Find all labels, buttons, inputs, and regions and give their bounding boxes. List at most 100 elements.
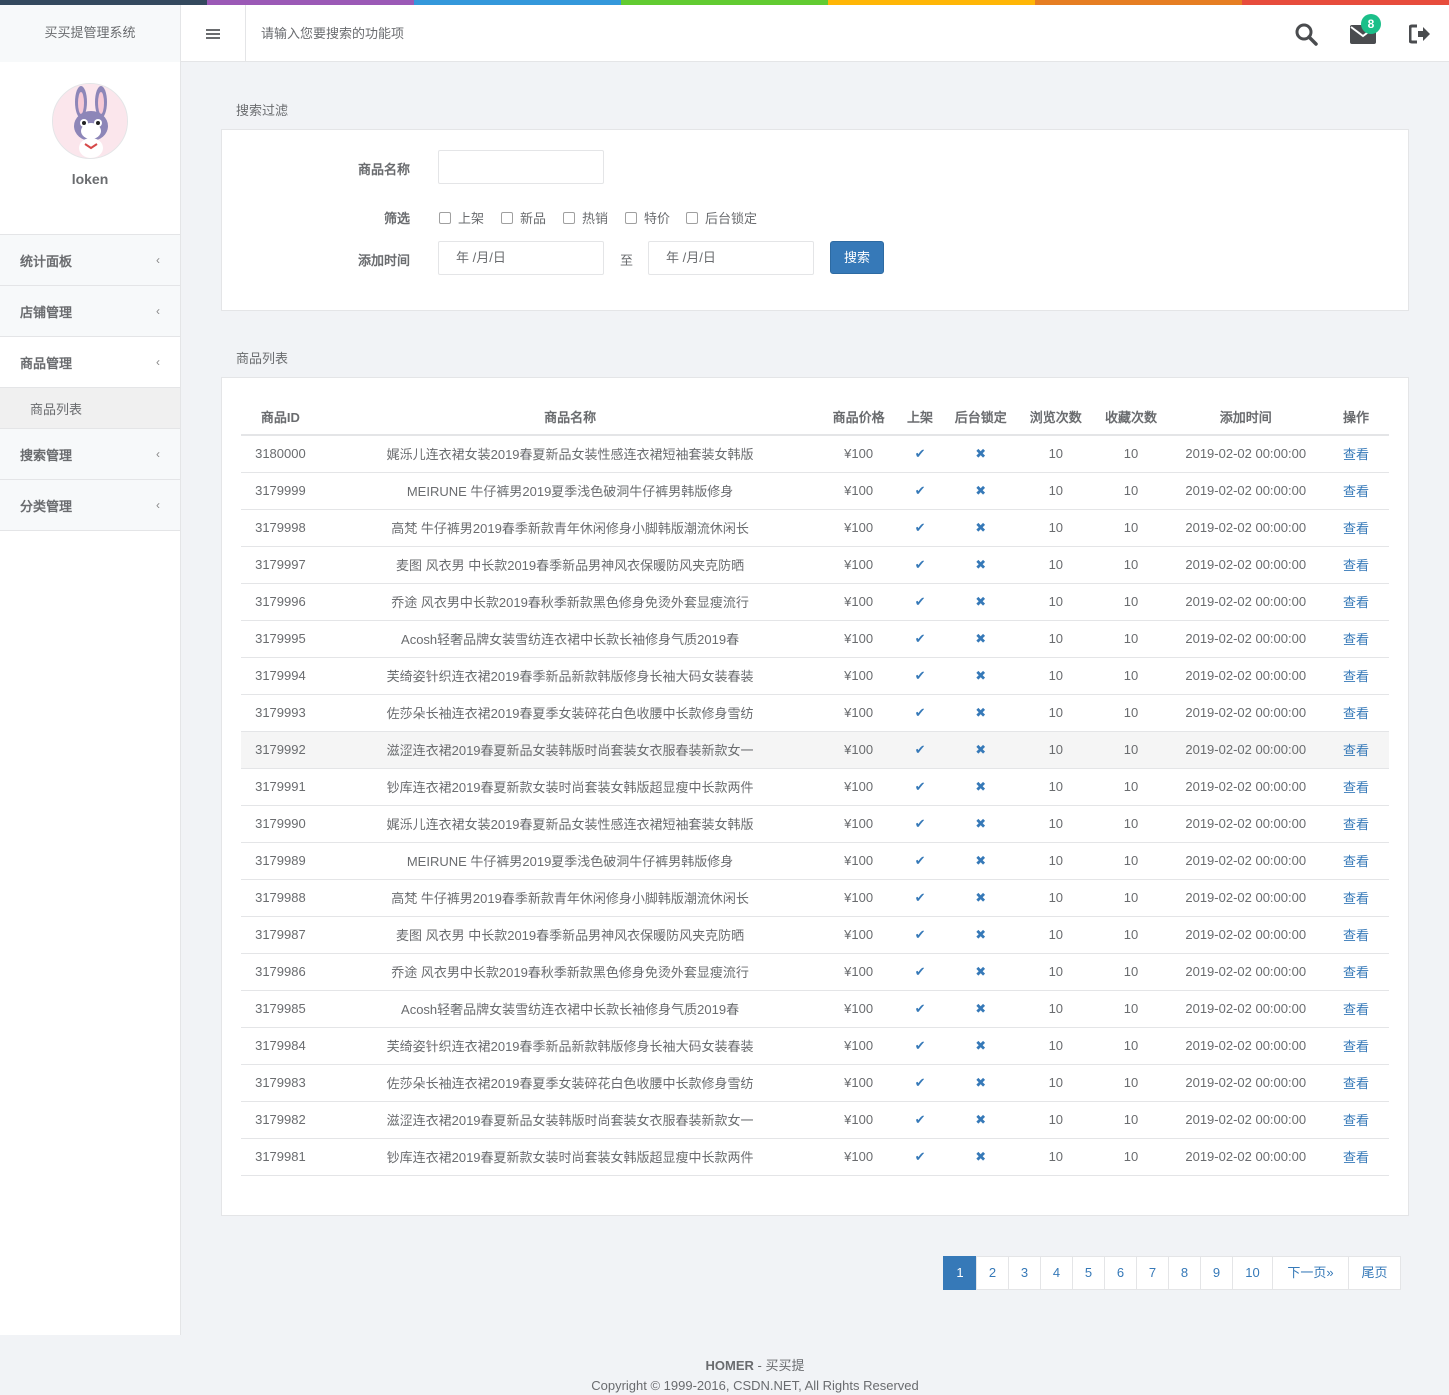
- product-name-input[interactable]: [438, 150, 604, 184]
- date-to-input[interactable]: 年 /月/日: [648, 241, 814, 275]
- view-link[interactable]: 查看: [1343, 447, 1369, 462]
- menu-toggle-button[interactable]: [181, 5, 246, 62]
- checkbox-box[interactable]: [686, 211, 698, 224]
- view-link[interactable]: 查看: [1343, 891, 1369, 906]
- checkbox-box[interactable]: [625, 211, 637, 224]
- product-price-cell: ¥100: [820, 1138, 897, 1176]
- product-price-cell: ¥100: [820, 805, 897, 843]
- app-title[interactable]: 买买提管理系统: [0, 5, 181, 62]
- page-button[interactable]: 4: [1040, 1256, 1073, 1290]
- view-link[interactable]: 查看: [1343, 558, 1369, 573]
- view-link[interactable]: 查看: [1343, 1150, 1369, 1165]
- logout-button[interactable]: [1391, 5, 1448, 62]
- view-count-cell: 10: [1018, 953, 1094, 991]
- view-link[interactable]: 查看: [1343, 928, 1369, 943]
- view-link[interactable]: 查看: [1343, 1076, 1369, 1091]
- sidebar-item-dashboard[interactable]: 统计面板 ‹: [0, 235, 180, 286]
- sidebar-item-category[interactable]: 分类管理 ‹: [0, 480, 180, 531]
- column-header: 商品价格: [820, 398, 897, 436]
- product-price-cell: ¥100: [820, 768, 897, 806]
- view-link[interactable]: 查看: [1343, 595, 1369, 610]
- page-button[interactable]: 9: [1200, 1256, 1233, 1290]
- checkbox-box[interactable]: [439, 211, 451, 224]
- checkbox-box[interactable]: [563, 211, 575, 224]
- view-link[interactable]: 查看: [1343, 965, 1369, 980]
- fav-count-cell: 10: [1093, 990, 1169, 1028]
- checkbox-locked[interactable]: 后台锁定: [686, 208, 757, 227]
- cross-icon: ✖: [975, 630, 987, 646]
- table-row: 3179989 MEIRUNE 牛仔裤男2019夏季浅色破洞牛仔裤男韩版修身 ¥10…: [241, 842, 1389, 880]
- page-button[interactable]: 尾页: [1348, 1256, 1401, 1290]
- column-header: 后台锁定: [943, 398, 1019, 436]
- page-button[interactable]: 7: [1136, 1256, 1169, 1290]
- product-name-cell: 佐莎朵长袖连衣裙2019春夏季女装碎花白色收腰中长款修身雪纺: [319, 1064, 821, 1102]
- checkbox-new[interactable]: 新品: [501, 208, 546, 227]
- fav-count-cell: 10: [1093, 842, 1169, 880]
- view-link[interactable]: 查看: [1343, 1002, 1369, 1017]
- view-link[interactable]: 查看: [1343, 780, 1369, 795]
- sidebar-item-label: 搜索管理: [20, 447, 73, 463]
- view-link[interactable]: 查看: [1343, 669, 1369, 684]
- view-link[interactable]: 查看: [1343, 817, 1369, 832]
- page-button[interactable]: 下一页»: [1272, 1256, 1349, 1290]
- page-button[interactable]: 5: [1072, 1256, 1105, 1290]
- product-id-cell: 3179984: [241, 1027, 320, 1065]
- cross-icon: ✖: [975, 926, 987, 942]
- footer-brand-suffix: - 买买提: [753, 1358, 805, 1373]
- on-sale-cell: ✔: [896, 731, 944, 769]
- page-button[interactable]: 2: [976, 1256, 1009, 1290]
- page-button[interactable]: 10: [1232, 1256, 1273, 1290]
- view-link[interactable]: 查看: [1343, 854, 1369, 869]
- checkbox-on-sale[interactable]: 上架: [439, 208, 484, 227]
- user-avatar[interactable]: [52, 83, 128, 159]
- fav-count-cell: 10: [1093, 657, 1169, 695]
- check-icon: ✔: [914, 556, 926, 572]
- added-time-cell: 2019-02-02 00:00:00: [1168, 583, 1323, 621]
- page-button[interactable]: 3: [1008, 1256, 1041, 1290]
- view-link[interactable]: 查看: [1343, 1113, 1369, 1128]
- view-link[interactable]: 查看: [1343, 632, 1369, 647]
- page-button[interactable]: 8: [1168, 1256, 1201, 1290]
- view-link[interactable]: 查看: [1343, 743, 1369, 758]
- product-price-cell: ¥100: [820, 879, 897, 917]
- checkbox-hot[interactable]: 热销: [563, 208, 608, 227]
- table-row: 3179993 佐莎朵长袖连衣裙2019春夏季女装碎花白色收腰中长款修身雪纺 ¥10…: [241, 694, 1389, 732]
- search-submit-button[interactable]: 搜索: [830, 241, 884, 274]
- page-button[interactable]: 6: [1104, 1256, 1137, 1290]
- sidebar-subitem-product-list[interactable]: 商品列表: [0, 388, 180, 429]
- chevron-left-icon: ‹: [156, 355, 160, 369]
- product-price-cell: ¥100: [820, 509, 897, 547]
- added-time-cell: 2019-02-02 00:00:00: [1168, 472, 1323, 510]
- page-button[interactable]: 1: [943, 1256, 977, 1290]
- checkbox-box[interactable]: [501, 211, 513, 224]
- mail-button[interactable]: 8: [1334, 5, 1391, 62]
- sidebar-item-shop[interactable]: 店铺管理 ‹: [0, 286, 180, 337]
- view-count-cell: 10: [1018, 916, 1094, 954]
- function-search-input[interactable]: [246, 17, 846, 49]
- table-row: 3179983 佐莎朵长袖连衣裙2019春夏季女装碎花白色收腰中长款修身雪纺 ¥10…: [241, 1064, 1389, 1102]
- action-cell: 查看: [1322, 1101, 1389, 1139]
- check-icon: ✔: [914, 445, 926, 461]
- sidebar-item-products[interactable]: 商品管理 ‹: [0, 337, 180, 388]
- view-link[interactable]: 查看: [1343, 484, 1369, 499]
- product-price-cell: ¥100: [820, 916, 897, 954]
- locked-cell: ✖: [943, 657, 1019, 695]
- view-count-cell: 10: [1018, 509, 1094, 547]
- checkbox-special[interactable]: 特价: [625, 208, 670, 227]
- view-link[interactable]: 查看: [1343, 706, 1369, 721]
- action-cell: 查看: [1322, 842, 1389, 880]
- sidebar-item-search[interactable]: 搜索管理 ‹: [0, 429, 180, 480]
- view-link[interactable]: 查看: [1343, 521, 1369, 536]
- search-button[interactable]: [1277, 5, 1334, 62]
- added-time-cell: 2019-02-02 00:00:00: [1168, 1064, 1323, 1102]
- cross-icon: ✖: [975, 1037, 987, 1053]
- checkbox-label: 特价: [644, 211, 671, 226]
- product-id-cell: 3179990: [241, 805, 320, 843]
- fav-count-cell: 10: [1093, 1138, 1169, 1176]
- fav-count-cell: 10: [1093, 509, 1169, 547]
- view-link[interactable]: 查看: [1343, 1039, 1369, 1054]
- product-name-label: 商品名称: [357, 162, 410, 177]
- product-price-cell: ¥100: [820, 990, 897, 1028]
- date-from-input[interactable]: 年 /月/日: [438, 241, 604, 275]
- product-name-cell: 麦图 风衣男 中长款2019春季新品男神风衣保暖防风夹克防晒: [319, 916, 821, 954]
